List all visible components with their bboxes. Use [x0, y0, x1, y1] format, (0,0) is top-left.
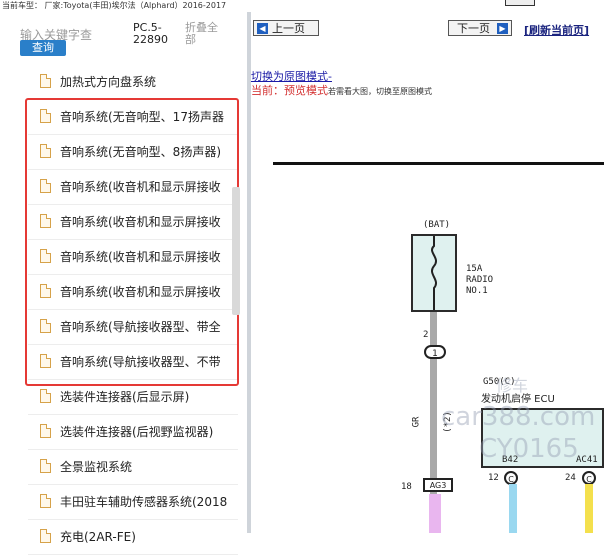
watermark-text-3: 修车	[496, 376, 529, 395]
document-icon	[40, 74, 51, 88]
red-highlight-box	[25, 98, 239, 386]
prev-page-button[interactable]: ◀ 上一页	[253, 20, 319, 36]
current-mode-hint: 若需看大图，切换至原图模式	[328, 87, 432, 96]
tree-item[interactable]: 丰田驻车辅助传感器系统(2018	[28, 485, 238, 520]
watermark-text: car388.com	[441, 402, 596, 432]
pin-2-label: 2	[423, 330, 429, 340]
document-icon	[40, 459, 51, 473]
next-page-label: 下一页	[457, 22, 490, 35]
ag3-connector: AG3	[423, 478, 453, 492]
document-icon	[40, 389, 51, 403]
blue-wire	[509, 484, 517, 533]
pin-12-label: 12	[488, 473, 499, 483]
document-icon	[40, 529, 51, 543]
fuse-icon	[431, 236, 437, 310]
document-icon	[40, 494, 51, 508]
fold-all-link[interactable]: 折叠全部	[185, 22, 225, 46]
connector-c-left: C	[504, 471, 518, 485]
connector-1: 1	[424, 345, 446, 359]
left-panel: 输入关键字查 查询 PC.5-22890 折叠全部 加热式方向盘系统 音响系统(…	[0, 12, 247, 555]
fuse-label: 15A RADIO NO.1	[466, 264, 494, 296]
tree-item[interactable]: 全景监视系统	[28, 450, 238, 485]
tree-item[interactable]: 选装件连接器(后视野监视器)	[28, 415, 238, 450]
yellow-wire	[585, 484, 593, 533]
bat-label: (BAT)	[423, 220, 451, 230]
arrow-right-icon: ▶	[497, 23, 508, 34]
current-mode-value: 预览模式	[284, 84, 328, 97]
ac41-label: AC41	[576, 455, 598, 465]
current-mode: 当前：预览模式若需看大图，切换至原图模式	[251, 82, 432, 98]
tree-item-label: 充电(2AR-FE)	[60, 530, 136, 544]
watermark-text-2: CY0165	[479, 434, 579, 464]
tree-item[interactable]: 充电(2AR-FE)	[28, 520, 238, 555]
tree-item-label: 选装件连接器(后视野监视器)	[60, 425, 214, 439]
arrow-left-icon: ◀	[257, 23, 268, 34]
right-panel: ◀ 上一页 下一页 ▶ [刷新当前页] 切换为原图模式- 当前：预览模式若需看大…	[251, 12, 604, 533]
tree-item-label: 丰田驻车辅助传感器系统(2018	[60, 495, 228, 509]
section-rule	[273, 162, 604, 165]
tree-item-label: 加热式方向盘系统	[60, 75, 157, 89]
tree-item-label: 选装件连接器(后显示屏)	[60, 390, 190, 404]
fuse-box	[411, 234, 457, 312]
query-button[interactable]: 查询	[20, 40, 66, 56]
pin-18-label: 18	[401, 482, 412, 492]
wire-color-label: GR	[411, 416, 422, 428]
tree-item[interactable]: 加热式方向盘系统	[28, 65, 238, 100]
connector-c-right: C	[582, 471, 596, 485]
current-mode-label: 当前：	[251, 84, 284, 97]
tree-item-label: 全景监视系统	[60, 460, 133, 474]
tree-scrollbar[interactable]	[232, 187, 240, 315]
pink-wire	[429, 494, 441, 533]
top-button[interactable]	[505, 0, 535, 6]
prev-page-label: 上一页	[272, 22, 305, 35]
next-page-button[interactable]: 下一页 ▶	[448, 20, 512, 36]
pc-label: PC.5-22890	[133, 21, 168, 46]
document-icon	[40, 424, 51, 438]
page-nav: ◀ 上一页 下一页 ▶ [刷新当前页]	[251, 12, 604, 42]
refresh-page-link[interactable]: [刷新当前页]	[524, 22, 589, 38]
wiring-diagram: (BAT) 15A RADIO NO.1 2 1 GR (*2) 18 AG3 …	[251, 212, 604, 533]
pin-24-label: 24	[565, 473, 576, 483]
